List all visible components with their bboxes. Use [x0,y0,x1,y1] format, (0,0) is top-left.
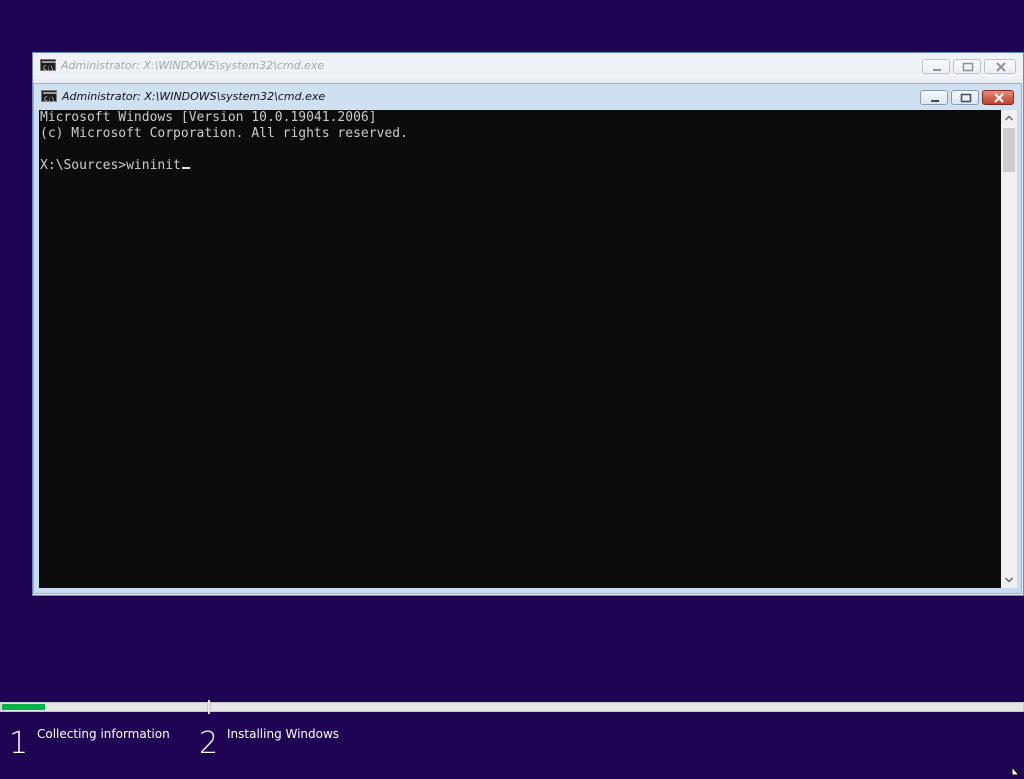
cmd-titlebar[interactable]: C:\ Administrator: X:\WINDOWS\system32\c… [34,84,1021,110]
minimize-button[interactable] [920,90,948,105]
scroll-down-button[interactable] [1001,572,1017,588]
close-icon [994,93,1004,103]
background-cmd-titlebar[interactable]: C:\ Administrator: X:\WINDOWS\system32\c… [33,53,1023,79]
maximize-button[interactable] [951,90,979,105]
step1-progress-fill [2,704,45,710]
restore-icon [962,62,974,72]
window-controls [920,90,1014,105]
minimize-icon [931,100,939,102]
restore-icon [960,93,972,103]
step-label-collecting: Collecting information [37,727,170,741]
step-number-1: 1 [9,726,29,761]
svg-text:C:\: C:\ [43,65,54,71]
console-line: (c) Microsoft Corporation. All rights re… [40,126,408,141]
console-line: Microsoft Windows [Version 10.0.19041.20… [40,110,377,125]
chevron-down-icon [1005,577,1013,583]
close-button[interactable] [982,90,1014,105]
cmd-icon: C:\ [41,90,57,102]
scroll-thumb[interactable] [1003,128,1015,172]
background-cmd-title: Administrator: X:\WINDOWS\system32\cmd.e… [61,59,325,72]
cmd-window[interactable]: C:\ Administrator: X:\WINDOWS\system32\c… [33,83,1022,594]
maximize-button[interactable] [953,59,981,74]
setup-desktop: C:\ Administrator: X:\WINDOWS\system32\c… [0,0,1024,776]
console-prompt-text: X:\Sources>wininit [40,158,181,173]
vertical-scrollbar[interactable] [1001,110,1017,588]
close-button[interactable] [984,59,1016,74]
svg-text:C:\: C:\ [44,96,55,102]
step1-progress-track [0,702,208,712]
cmd-title: Administrator: X:\WINDOWS\system32\cmd.e… [62,90,326,103]
chevron-up-icon [1005,115,1013,121]
cmd-icon: C:\ [40,59,56,71]
step-label-installing: Installing Windows [227,727,340,741]
console-output[interactable]: Microsoft Windows [Version 10.0.19041.20… [39,110,1001,588]
minimize-icon [933,69,941,71]
step2-progress-track [210,702,1024,712]
scroll-up-button[interactable] [1001,110,1017,126]
minimize-button[interactable] [922,59,950,74]
step-number-2: 2 [199,726,219,761]
console-prompt-line[interactable]: X:\Sources>wininit [40,158,1001,174]
background-window-controls [922,59,1016,74]
close-icon [996,62,1006,72]
text-cursor [181,167,190,169]
mouse-pointer-icon [1011,760,1023,779]
